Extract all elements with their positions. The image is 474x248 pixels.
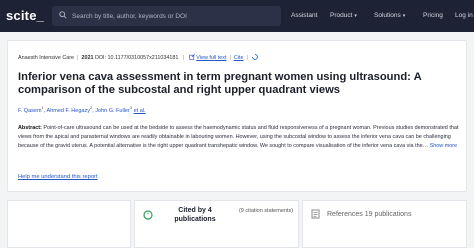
paper-meta: Anaesth Intensive Care | 2021 DOI: 10.1177… (18, 54, 259, 61)
document-icon (311, 209, 320, 219)
author-list: F. Qasem1, Ahmed F. Hegazy2, John G. Ful… (18, 105, 146, 114)
et-al-link[interactable]: et al. (134, 108, 146, 114)
quote-bubble-icon: " (143, 210, 153, 220)
left-panel (7, 200, 131, 248)
nav-solutions-label: Solutions (374, 12, 401, 19)
doi[interactable]: DOI: 10.1177/0310057x211034181 (95, 55, 178, 61)
chevron-down-icon: ▾ (354, 13, 357, 19)
svg-text:": " (147, 213, 149, 219)
nav-product[interactable]: Product ▾ (330, 12, 357, 19)
search-input[interactable] (72, 9, 272, 23)
search-box[interactable] (52, 6, 281, 26)
author-link[interactable]: John G. Fuller (95, 108, 130, 114)
nav-pricing[interactable]: Pricing (423, 12, 443, 19)
author-link[interactable]: F. Qasem (18, 108, 42, 114)
external-link-icon (189, 54, 195, 60)
show-more-link[interactable]: Show more (430, 143, 458, 149)
help-understand-link[interactable]: Help me understand this report (18, 174, 98, 180)
cited-by-count[interactable]: Cited by 4 publications (160, 207, 230, 224)
view-full-text-link[interactable]: View full text (196, 55, 226, 61)
nav-product-label: Product (330, 12, 353, 19)
abstract-text: Point-of-care ultrasound can be used at … (18, 125, 459, 149)
chevron-down-icon: ▾ (402, 13, 406, 19)
loading-spinner-icon (252, 54, 259, 60)
references-count[interactable]: References 19 publications (327, 211, 411, 218)
year: 2021 (81, 55, 94, 61)
abstract-label: Abstract: (18, 125, 42, 131)
paper-title: Inferior vena cava assessment in term pr… (18, 71, 422, 96)
abstract: Abstract: Point-of-care ultrasound can b… (18, 124, 462, 151)
citation-statements-count: (9 citation statements) (238, 208, 294, 214)
paper-card: Anaesth Intensive Care | 2021 DOI: 10.1177… (7, 40, 467, 192)
author-link[interactable]: Ahmed F. Hegazy (47, 108, 90, 114)
references-panel[interactable] (302, 200, 467, 248)
search-icon (59, 11, 67, 19)
cite-link[interactable]: Cite (234, 55, 244, 61)
scite-logo[interactable]: scite_ (6, 8, 44, 23)
nav-login[interactable]: Log in (455, 12, 473, 19)
nav-solutions[interactable]: Solutions ▾ (374, 12, 405, 19)
journal-name: Anaesth Intensive Care (18, 55, 75, 61)
top-navigation-bar: scite_ Assistant Product▾ Solutions▾ Pri… (0, 0, 474, 32)
nav-assistant[interactable]: Assistant (291, 12, 317, 19)
